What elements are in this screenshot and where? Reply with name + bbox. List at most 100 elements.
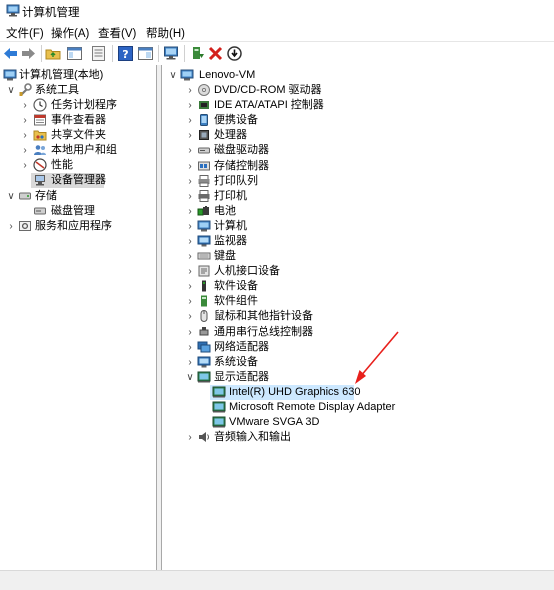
menu-file[interactable]: 文件(F) <box>6 25 44 41</box>
device-category[interactable]: › 音频输入和输出 <box>162 430 554 445</box>
chevron-down-icon[interactable]: ∨ <box>185 370 195 385</box>
menu-help[interactable]: 帮助(H) <box>146 25 185 41</box>
display-adapter-item[interactable]: Intel(R) UHD Graphics 630 <box>210 385 360 400</box>
svg-text:?: ? <box>122 48 128 61</box>
forward-icon[interactable] <box>20 45 37 62</box>
tree-item-system-tools[interactable]: ∨ 系统工具 <box>0 83 156 98</box>
device-category[interactable]: › 计算机 <box>162 219 554 234</box>
device-category[interactable]: › 通用串行总线控制器 <box>162 325 554 340</box>
chevron-right-icon[interactable]: › <box>185 279 195 294</box>
chevron-right-icon[interactable]: › <box>185 113 195 128</box>
chevron-right-icon[interactable]: › <box>185 98 195 113</box>
chevron-right-icon[interactable]: › <box>185 83 195 98</box>
chevron-right-icon[interactable]: › <box>20 158 30 173</box>
chevron-right-icon[interactable]: › <box>20 113 30 128</box>
tree-item-local-users[interactable]: › 本地用户和组 <box>0 143 156 158</box>
display-adapter-item[interactable]: Microsoft Remote Display Adapter <box>162 400 554 415</box>
device-category[interactable]: ∨ 显示适配器 <box>162 370 554 385</box>
clock-icon <box>33 98 47 112</box>
console-tree-icon[interactable] <box>137 45 154 62</box>
device-label: 显示适配器 <box>214 371 269 383</box>
chevron-right-icon[interactable]: › <box>185 143 195 158</box>
device-label: 网络适配器 <box>214 341 269 353</box>
device-category[interactable]: › IDE ATA/ATAPI 控制器 <box>162 98 554 113</box>
tree-item-label: 系统工具 <box>35 84 79 96</box>
chevron-right-icon[interactable]: › <box>185 159 195 174</box>
tree-item-task-scheduler[interactable]: › 任务计划程序 <box>0 98 156 113</box>
chevron-right-icon[interactable]: › <box>20 143 30 158</box>
usb-icon <box>197 325 211 339</box>
tree-item-disk-management[interactable]: 磁盘管理 <box>0 204 156 219</box>
printer-icon <box>197 189 211 203</box>
device-category[interactable]: › 软件组件 <box>162 294 554 309</box>
device-category[interactable]: › 监视器 <box>162 234 554 249</box>
device-category[interactable]: › 磁盘驱动器 <box>162 143 554 158</box>
back-icon[interactable] <box>2 45 19 62</box>
tree-item-storage[interactable]: ∨ 存储 <box>0 189 156 204</box>
chevron-right-icon[interactable]: › <box>20 98 30 113</box>
tree-item-label: 磁盘管理 <box>51 205 95 217</box>
toolbar-separator <box>158 45 159 62</box>
device-category[interactable]: › 键盘 <box>162 249 554 264</box>
services-icon <box>18 219 32 233</box>
tree-item-performance[interactable]: › 性能 <box>0 158 156 173</box>
tree-item-services-apps[interactable]: › 服务和应用程序 <box>0 219 156 234</box>
chevron-right-icon[interactable]: › <box>185 294 195 309</box>
device-label: 电池 <box>214 205 236 217</box>
chevron-right-icon[interactable]: › <box>185 189 195 204</box>
chevron-right-icon[interactable]: › <box>185 234 195 249</box>
chevron-right-icon[interactable]: › <box>185 355 195 370</box>
update-driver-icon[interactable] <box>189 45 206 62</box>
device-category[interactable]: › 存储控制器 <box>162 159 554 174</box>
title-bar: 计算机管理 <box>0 0 554 22</box>
chevron-right-icon[interactable]: › <box>185 430 195 445</box>
uninstall-device-icon[interactable] <box>207 45 224 62</box>
up-folder-icon[interactable] <box>45 45 62 62</box>
scan-hardware-icon[interactable] <box>163 45 180 62</box>
device-category[interactable]: › 软件设备 <box>162 279 554 294</box>
chevron-right-icon[interactable]: › <box>185 340 195 355</box>
tree-item-event-viewer[interactable]: › 事件查看器 <box>0 113 156 128</box>
chevron-right-icon[interactable]: › <box>185 309 195 324</box>
properties-icon[interactable] <box>90 45 107 62</box>
help-icon[interactable]: ? <box>117 45 134 62</box>
chevron-right-icon[interactable]: › <box>185 325 195 340</box>
device-root-lenovo-vm[interactable]: ∨ Lenovo-VM <box>162 68 554 83</box>
chevron-right-icon[interactable]: › <box>185 204 195 219</box>
disable-device-icon[interactable] <box>226 45 243 62</box>
chevron-down-icon[interactable]: ∨ <box>6 189 16 204</box>
device-category[interactable]: › 处理器 <box>162 128 554 143</box>
chevron-right-icon[interactable]: › <box>6 219 16 234</box>
chevron-right-icon[interactable]: › <box>20 128 30 143</box>
menu-action[interactable]: 操作(A) <box>51 25 89 41</box>
device-category[interactable]: › 便携设备 <box>162 113 554 128</box>
device-category[interactable]: › DVD/CD-ROM 驱动器 <box>162 83 554 98</box>
chevron-down-icon[interactable]: ∨ <box>6 83 16 98</box>
device-label: 音频输入和输出 <box>214 431 291 443</box>
device-category[interactable]: › 网络适配器 <box>162 340 554 355</box>
device-category[interactable]: › 系统设备 <box>162 355 554 370</box>
tree-item-label: 服务和应用程序 <box>35 220 112 232</box>
toolbar-separator <box>112 45 113 62</box>
device-category[interactable]: › 打印队列 <box>162 174 554 189</box>
chevron-right-icon[interactable]: › <box>185 128 195 143</box>
chevron-down-icon[interactable]: ∨ <box>168 68 178 83</box>
device-category[interactable]: › 人机接口设备 <box>162 264 554 279</box>
chevron-right-icon[interactable]: › <box>185 219 195 234</box>
chevron-right-icon[interactable]: › <box>185 264 195 279</box>
device-category[interactable]: › 电池 <box>162 204 554 219</box>
tree-item-device-manager[interactable]: 设备管理器 <box>31 173 106 188</box>
chevron-right-icon[interactable]: › <box>185 249 195 264</box>
chevron-right-icon[interactable]: › <box>185 174 195 189</box>
device-category[interactable]: › 打印机 <box>162 189 554 204</box>
tree-item-computer-management[interactable]: ∨ 计算机管理(本地) <box>0 68 156 83</box>
device-category[interactable]: › 鼠标和其他指针设备 <box>162 309 554 324</box>
show-hide-tree-icon[interactable] <box>66 45 83 62</box>
tree-item-shared-folders[interactable]: › 共享文件夹 <box>0 128 156 143</box>
menu-view[interactable]: 查看(V) <box>98 25 136 41</box>
display-adapter-item[interactable]: VMware SVGA 3D <box>162 415 554 430</box>
toolbar: ? <box>0 41 554 66</box>
tree-item-label: 设备管理器 <box>51 174 106 186</box>
tools-icon <box>18 83 32 97</box>
device-label: 通用串行总线控制器 <box>214 326 313 338</box>
